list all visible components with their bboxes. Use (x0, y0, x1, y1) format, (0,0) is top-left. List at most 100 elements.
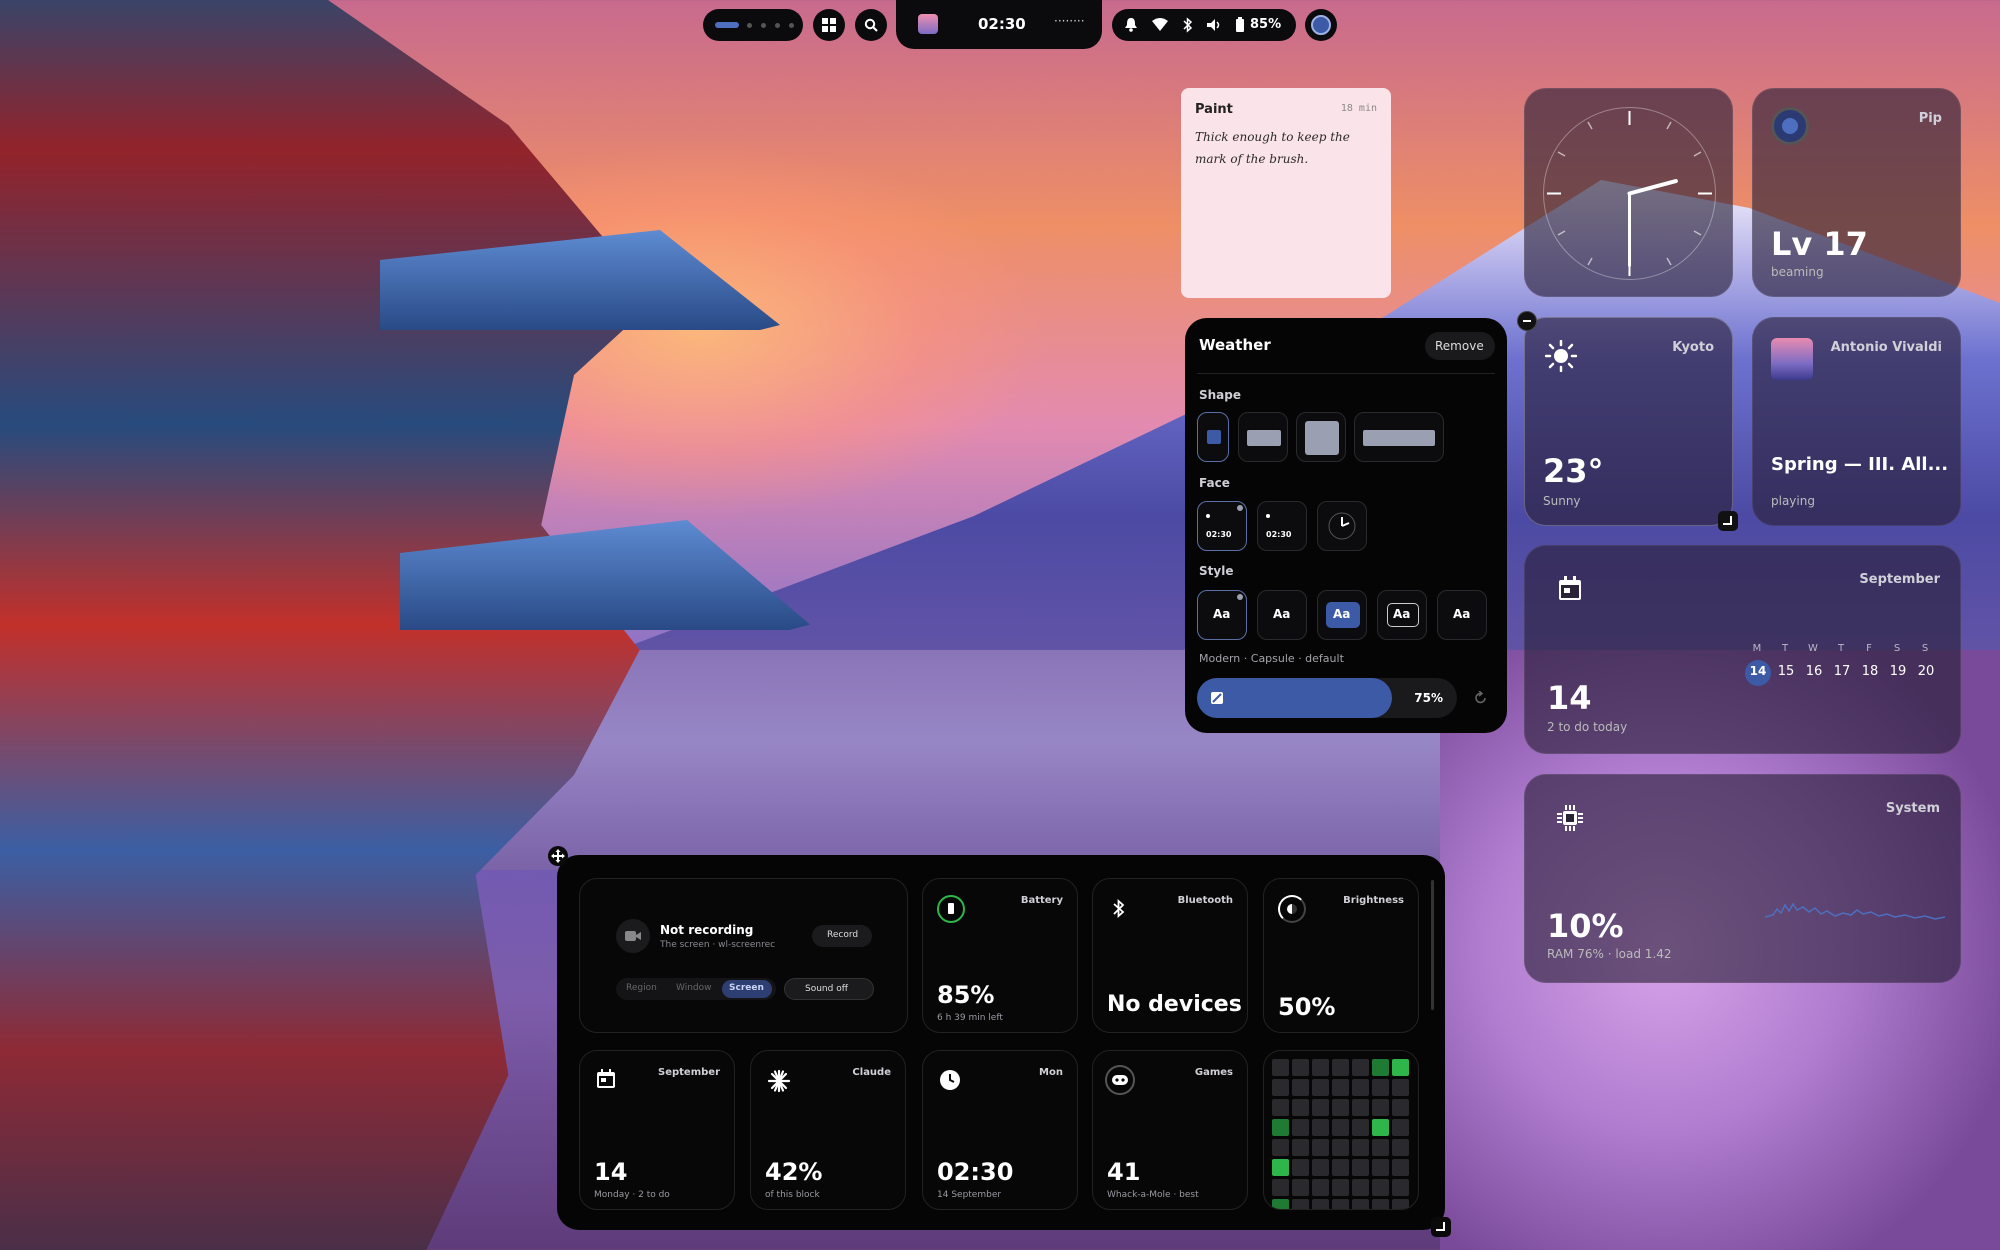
music-widget[interactable]: Antonio Vivaldi Spring — III. All... pla… (1752, 317, 1961, 526)
games-tile[interactable]: Games 41 Whack-a-Mole · best (1092, 1050, 1248, 1210)
battery-tile[interactable]: Battery 85% 6 h 39 min left (922, 878, 1078, 1033)
capture-mode-selector[interactable]: Region Window Screen (616, 978, 776, 1000)
workspace-active[interactable] (715, 22, 739, 28)
activity-cell (1372, 1059, 1389, 1076)
widget-editor-panel[interactable]: Weather Remove Shape Face 02:30 02:30 St… (1185, 318, 1507, 733)
wifi-icon[interactable] (1152, 18, 1168, 31)
bar-battery-percent[interactable]: 85% (1250, 17, 1281, 32)
mode-window[interactable]: Window (676, 983, 712, 993)
activity-cell (1272, 1199, 1289, 1209)
face-option-digital-large[interactable]: 02:30 (1197, 501, 1247, 551)
analog-clock-widget[interactable] (1524, 88, 1733, 297)
workspace-dot[interactable] (747, 23, 752, 28)
activity-cell (1352, 1199, 1369, 1209)
activity-cell (1312, 1199, 1329, 1209)
activity-cell (1312, 1119, 1329, 1136)
activity-cell (1292, 1179, 1309, 1196)
workspace-dot[interactable] (789, 23, 794, 28)
style-option-5[interactable]: Aa (1437, 590, 1487, 640)
music-track[interactable]: Spring — III. All... (1771, 454, 1948, 475)
battery-title: Battery (1020, 895, 1063, 906)
shape-option-long[interactable] (1354, 412, 1444, 462)
opacity-slider-fill[interactable] (1197, 678, 1392, 718)
wallpaper-thumbnail[interactable] (918, 14, 938, 34)
panel-scrollbar[interactable] (1431, 880, 1434, 1010)
opacity-value: 75% (1414, 691, 1443, 705)
volume-icon[interactable] (1207, 18, 1221, 32)
style-sample: Aa (1213, 607, 1231, 621)
system-widget[interactable]: System 10% RAM 76% · load 1.42 (1524, 774, 1961, 983)
bluetooth-tile[interactable]: Bluetooth No devices (1092, 878, 1248, 1033)
search-button[interactable] (855, 9, 887, 41)
activity-grid-tile[interactable] (1263, 1050, 1419, 1210)
calendar-day[interactable]: 18 (1857, 664, 1883, 679)
calendar-tile-value: 14 (594, 1158, 628, 1186)
face-option-digital-small[interactable]: 02:30 (1257, 501, 1307, 551)
bluetooth-icon[interactable] (1183, 17, 1193, 33)
camera-button[interactable] (616, 919, 650, 953)
move-handle[interactable] (548, 846, 568, 866)
activity-cell (1292, 1119, 1309, 1136)
reset-icon[interactable] (1474, 691, 1488, 705)
calendar-day-today[interactable]: 14 (1745, 664, 1771, 678)
activity-cell (1272, 1059, 1289, 1076)
workspace-dot[interactable] (775, 23, 780, 28)
calendar-day[interactable]: 15 (1773, 664, 1799, 679)
shape-option-square[interactable] (1296, 412, 1346, 462)
style-option-3[interactable]: Aa (1317, 590, 1367, 640)
calendar-day[interactable]: 17 (1829, 664, 1855, 679)
note-text[interactable]: Thick enough to keep the mark of the bru… (1195, 126, 1365, 170)
note-widget[interactable]: Paint 18 min Thick enough to keep the ma… (1181, 88, 1391, 298)
profile-button[interactable] (1305, 9, 1337, 41)
pet-widget[interactable]: Pip Lv 17 beaming (1752, 88, 1961, 297)
calendar-tile[interactable]: September 14 Monday · 2 to do (579, 1050, 735, 1210)
editor-remove-button[interactable]: Remove (1425, 332, 1495, 360)
weather-temp: 23° (1543, 452, 1604, 490)
battery-icon[interactable] (1236, 17, 1244, 32)
sound-toggle[interactable]: Sound off (784, 978, 874, 1000)
style-option-1[interactable]: Aa (1197, 590, 1247, 640)
apps-button[interactable] (813, 9, 845, 41)
calendar-day[interactable]: 16 (1801, 664, 1827, 679)
activity-cell (1372, 1099, 1389, 1116)
workspace-dot[interactable] (761, 23, 766, 28)
style-option-2[interactable]: Aa (1257, 590, 1307, 640)
clock-hour-hand (1627, 179, 1678, 196)
activity-cell (1392, 1119, 1409, 1136)
mode-screen[interactable]: Screen (729, 983, 764, 993)
record-button[interactable]: Record (812, 925, 872, 947)
activity-cell (1332, 1159, 1349, 1176)
brightness-ring-icon (1278, 895, 1306, 923)
calendar-day[interactable]: 20 (1913, 664, 1939, 679)
activity-cell (1312, 1139, 1329, 1156)
workspace-switcher[interactable] (703, 9, 803, 41)
shape-option-wide[interactable] (1238, 412, 1288, 462)
calendar-day[interactable]: 19 (1885, 664, 1911, 679)
control-center-panel[interactable]: Not recording The screen · wl-screenrec … (557, 855, 1445, 1230)
style-sample: Aa (1333, 607, 1351, 621)
face-option-analog[interactable] (1317, 501, 1367, 551)
mode-region[interactable]: Region (626, 983, 657, 993)
style-option-4[interactable]: Aa (1377, 590, 1427, 640)
bluetooth-title: Bluetooth (1177, 895, 1233, 906)
activity-cell (1372, 1079, 1389, 1096)
activity-cell (1332, 1199, 1349, 1209)
claude-tile[interactable]: Claude 42% of this block (750, 1050, 906, 1210)
clock-tile[interactable]: Mon 02:30 14 September (922, 1050, 1078, 1210)
calendar-widget[interactable]: September M T W T F S S 14 15 16 17 18 1… (1524, 545, 1961, 754)
recorder-tile[interactable]: Not recording The screen · wl-screenrec … (579, 878, 908, 1033)
opacity-slider[interactable]: 75% (1197, 678, 1457, 718)
status-tray[interactable]: 85% (1112, 9, 1296, 41)
panel-resize-handle[interactable] (1431, 1217, 1451, 1237)
resize-icon (1723, 516, 1732, 525)
album-art[interactable] (1771, 338, 1813, 380)
style-sample: Aa (1453, 607, 1471, 621)
shape-option-small[interactable] (1197, 412, 1229, 462)
weather-widget[interactable]: Kyoto 23° Sunny (1524, 317, 1733, 526)
center-pill[interactable]: 02:30 ········ (896, 0, 1102, 49)
resize-handle[interactable] (1718, 511, 1738, 531)
brightness-tile[interactable]: Brightness 50% (1263, 878, 1419, 1033)
remove-widget-button[interactable] (1517, 311, 1537, 331)
bell-icon[interactable] (1124, 17, 1138, 33)
bar-clock[interactable]: 02:30 (978, 15, 1026, 33)
